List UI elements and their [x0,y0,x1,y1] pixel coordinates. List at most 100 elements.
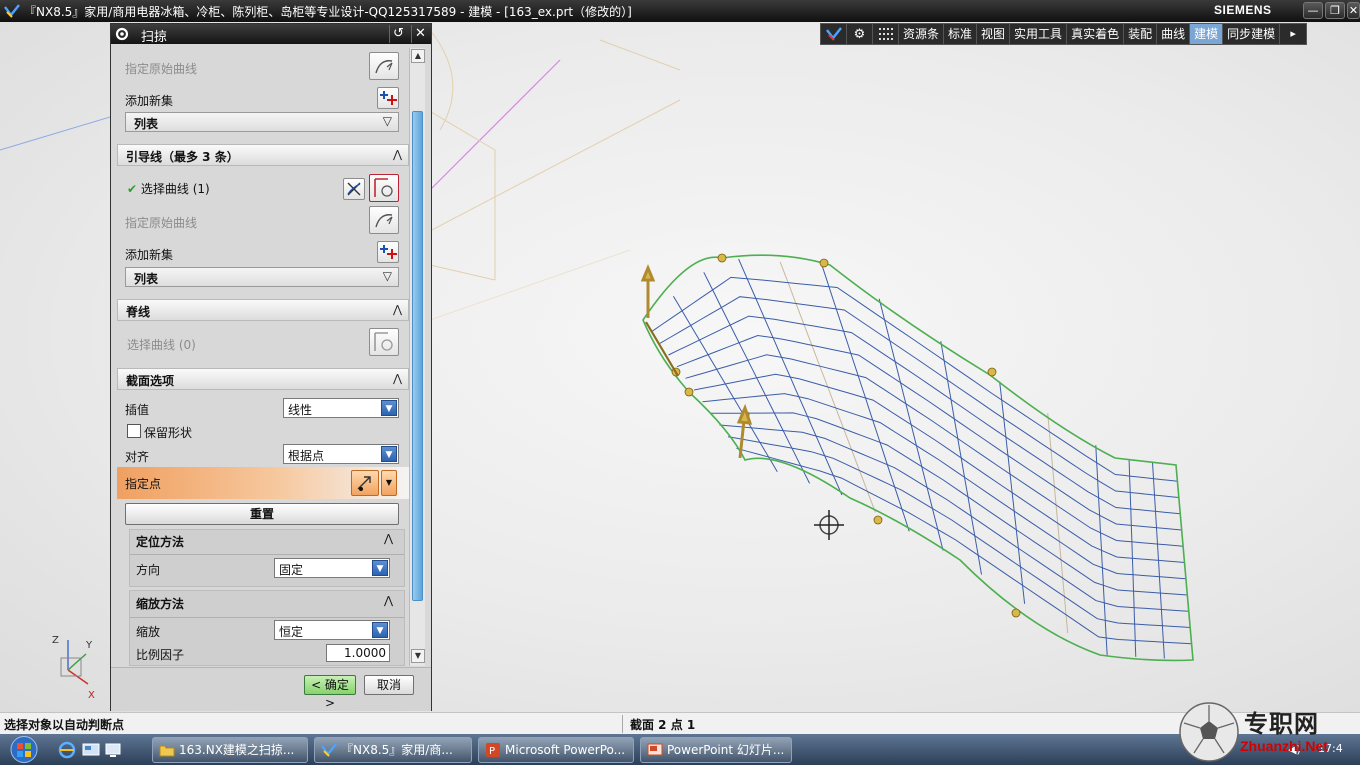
spine-curve-rule-button[interactable] [369,328,399,356]
top-list-label: 列表 [134,117,159,131]
spine-section-header[interactable]: 脊线 ⋀ [117,299,409,321]
dialog-footer: < 确定 > 取消 [111,667,431,711]
curve-rule-icon [374,332,393,351]
scale-value: 恒定 [279,625,304,639]
grid-icon[interactable] [873,24,899,44]
guides-origin-curve-button[interactable] [369,206,399,234]
guides-list-label: 列表 [134,272,159,286]
scroll-up-icon[interactable]: ▲ [411,49,425,63]
tab-synchronous-modeling[interactable]: 同步建模 [1223,24,1281,44]
collapse-caret-icon: ⋀ [392,372,402,385]
internet-explorer-icon[interactable] [58,741,76,759]
direction-value: 固定 [279,563,304,577]
section-options-header-label: 截面选项 [126,374,175,388]
triad-z-label: Z [52,635,59,646]
close-window-button[interactable]: ✕ [1347,2,1360,19]
preserve-shape-checkbox[interactable] [127,424,141,438]
guides-specify-origin-curve-label: 指定原始曲线 [125,216,198,230]
section-options-header[interactable]: 截面选项 ⋀ [117,368,409,390]
point-dialog-button[interactable] [351,470,379,496]
top-origin-curve-button[interactable] [369,52,399,80]
nx-icon [321,743,337,757]
tab-true-shading[interactable]: 真实着色 [1067,24,1125,44]
dialog-title-bar[interactable]: 扫掠 ↺ ✕ [111,24,431,45]
alignment-select[interactable]: 根据点 ▼ [283,444,399,464]
cancel-button[interactable]: 取消 [364,675,414,695]
chevron-down-icon: ▽ [382,114,392,128]
tab-modeling[interactable]: 建模 [1190,24,1224,44]
windows-start-icon[interactable] [4,735,44,764]
mesh-line-v [659,296,1179,498]
collapse-caret-icon[interactable]: ⋀ [384,594,393,607]
restore-button[interactable]: ❐ [1325,2,1345,19]
taskbar-item-slideshow[interactable]: PowerPoint 幻灯片... [640,737,792,763]
reset-button[interactable]: 重置 [125,503,399,525]
scale-select[interactable]: 恒定 ▼ [274,620,390,640]
close-dialog-icon[interactable]: ✕ [411,25,429,43]
orientation-header-label: 定位方法 [136,535,185,549]
scroll-thumb[interactable] [412,111,423,601]
collapse-caret-icon: ⋀ [392,148,402,161]
tab-standard[interactable]: 标准 [944,24,978,44]
slideshow-icon [647,743,663,756]
settings-gear-icon[interactable]: ⚙ [847,24,873,44]
ok-button[interactable]: < 确定 > [304,675,356,710]
interpolation-select[interactable]: 线性 ▼ [283,398,399,418]
tab-view[interactable]: 视图 [977,24,1011,44]
status-bar: 选择对象以自动判断点 截面 2 点 1 [0,712,1360,734]
reset-dialog-icon[interactable]: ↺ [389,25,407,43]
soccer-ball-logo-icon [1179,702,1239,762]
guides-add-new-set-button[interactable] [377,241,399,263]
collapse-caret-icon: ⋀ [392,303,402,316]
powerpoint-icon: P [486,743,500,757]
top-add-new-set-button[interactable] [377,87,399,109]
nx-logo-icon[interactable] [821,24,847,44]
guides-section-header[interactable]: 引导线（最多 3 条） ⋀ [117,144,409,166]
tab-assemblies[interactable]: 装配 [1124,24,1158,44]
swept-surface [651,258,1192,659]
title-bar: 『NX8.5』家用/商用电器冰箱、冷柜、陈列柜、岛柜等专业设计-QQ125317… [0,0,1360,22]
mesh-line-v [702,393,1186,580]
status-separator [622,715,623,733]
specify-point-row[interactable]: 指定点 ▼ [117,467,409,499]
point-type-dropdown-icon[interactable]: ▼ [381,470,397,496]
guides-select-curve-row[interactable]: ✔ 选择曲线 (1) [127,180,210,197]
taskbar-item-label: 『NX8.5』家用/商... [341,743,453,757]
scale-factor-label: 比例因子 [136,648,185,662]
dropdown-arrow-icon: ▼ [381,446,397,462]
mesh-line-v [711,412,1188,596]
tab-curve[interactable]: 曲线 [1157,24,1191,44]
minimize-button[interactable]: — [1303,2,1323,19]
deselect-curve-button[interactable] [343,178,365,200]
taskbar-item-label: PowerPoint 幻灯片... [667,743,785,757]
taskbar-item-nx[interactable]: 『NX8.5』家用/商... [314,737,472,763]
siemens-brand: SIEMENS [1214,3,1272,17]
dialog-scrollbar[interactable]: ▲ ▼ [409,48,425,666]
dialog-gear-icon[interactable] [114,26,130,42]
taskbar-item-folder[interactable]: 163.NX建模之扫掠... [152,737,308,763]
specify-point-label: 指定点 [125,477,162,491]
show-desktop-icon[interactable] [82,741,100,759]
add-set-icon [380,91,397,105]
tab-utilities[interactable]: 实用工具 [1010,24,1068,44]
guides-list-toggle[interactable]: 列表 ▽ [125,267,399,287]
toolbar-overflow-icon[interactable]: ▸ [1280,24,1306,44]
triad-y-label: Y [85,640,93,651]
spine-select-curve-label[interactable]: 选择曲线 (0) [127,336,196,353]
scale-factor-input[interactable]: 1.0000 [326,644,390,662]
scroll-down-icon[interactable]: ▼ [411,649,425,663]
taskbar-item-powerpoint[interactable]: P Microsoft PowerPo... [478,737,634,763]
section-curve [419,59,561,201]
deselect-icon [347,182,361,196]
switch-windows-icon[interactable] [104,741,122,759]
status-line: 截面 2 点 1 [630,718,696,732]
origin-curve-icon [375,214,393,228]
ribbon-toolbar: ⚙ 资源条 标准 视图 实用工具 真实着色 装配 曲线 建模 同步建模 ▸ [820,23,1308,45]
triad-x-label: X [88,690,95,700]
tab-resource-bar[interactable]: 资源条 [899,24,945,44]
collapse-caret-icon[interactable]: ⋀ [384,532,393,545]
guides-curve-rule-button[interactable] [369,174,399,202]
top-list-toggle[interactable]: 列表 ▽ [125,112,399,132]
direction-select[interactable]: 固定 ▼ [274,558,390,578]
folder-icon [159,745,175,757]
